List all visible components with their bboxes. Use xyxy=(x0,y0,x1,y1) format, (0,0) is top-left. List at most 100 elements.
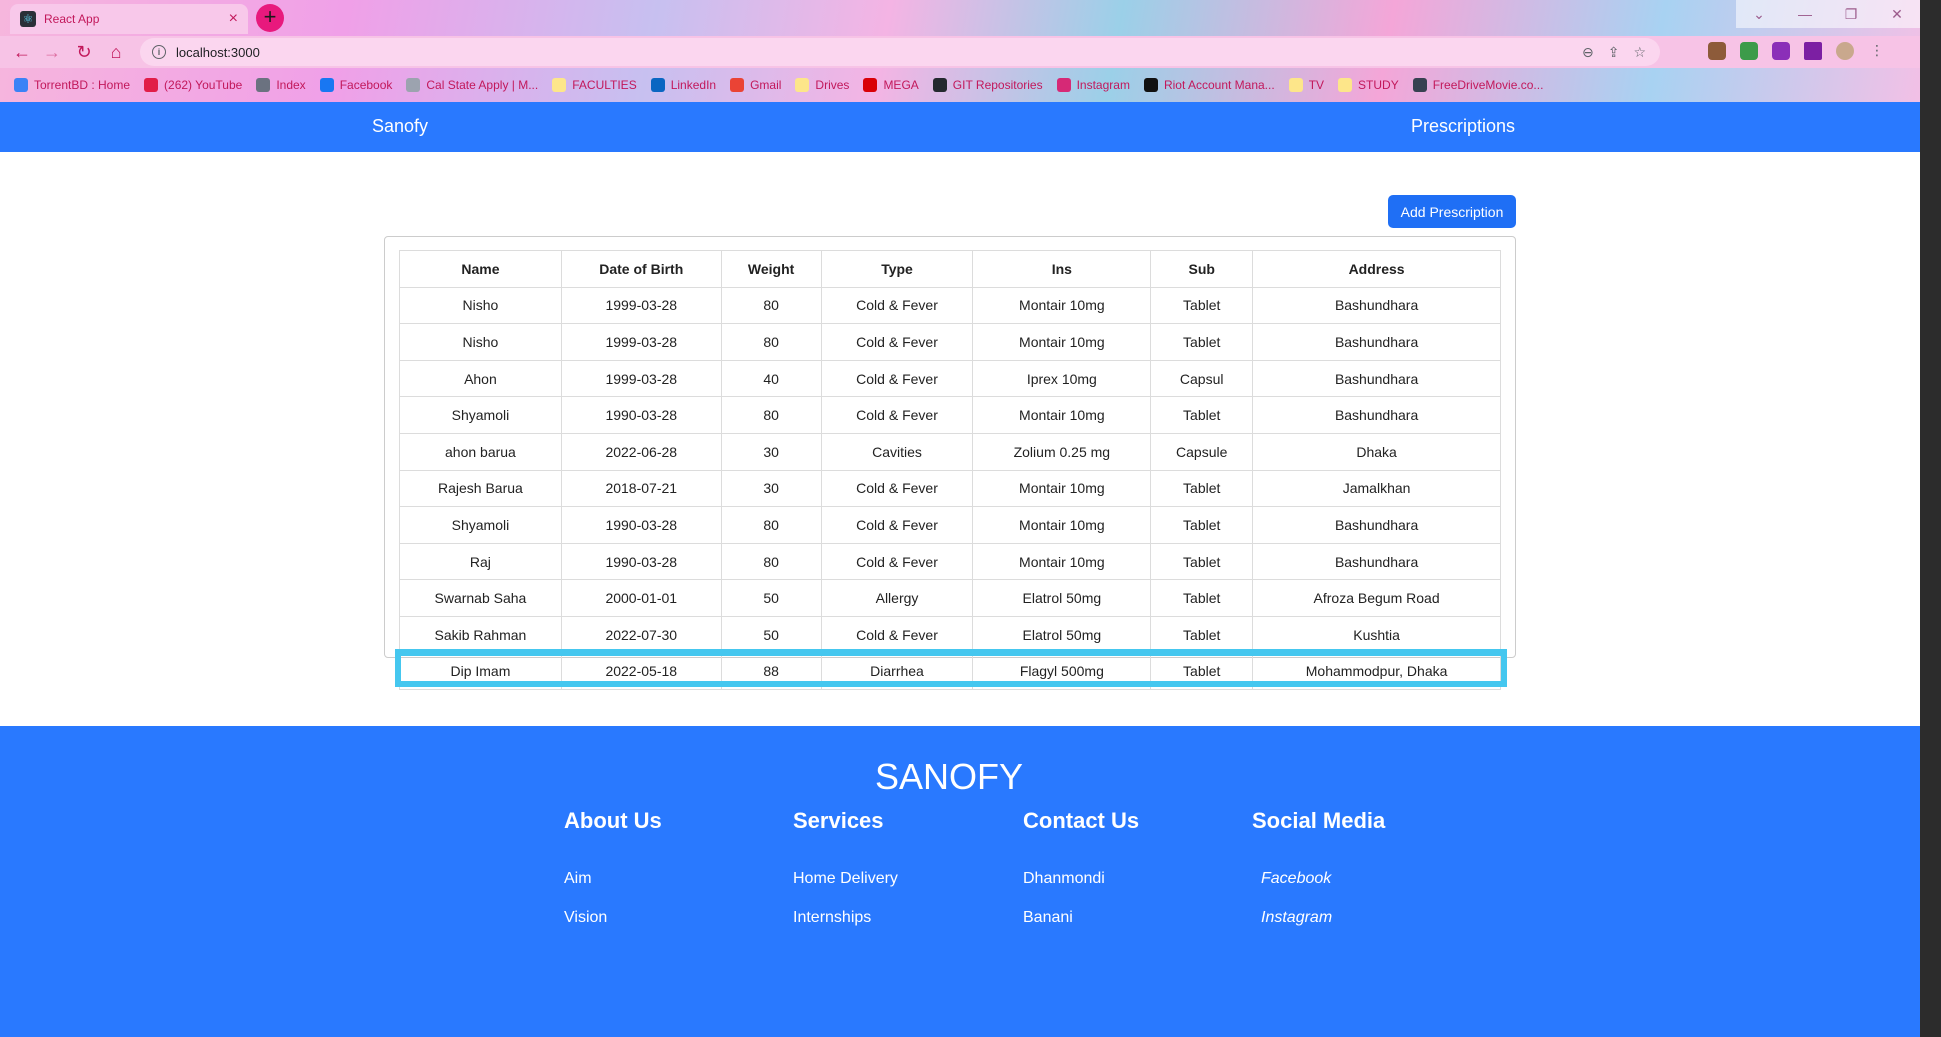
bookmark-item[interactable]: Gmail xyxy=(730,78,781,92)
close-tab-icon[interactable]: × xyxy=(229,10,238,28)
menu-kebab-icon[interactable]: ⋮ xyxy=(1868,42,1886,60)
table-cell: Jamalkhan xyxy=(1252,469,1501,508)
bookmark-item[interactable]: (262) YouTube xyxy=(144,78,242,92)
close-window-button[interactable]: ✕ xyxy=(1874,0,1920,28)
minimize-button[interactable]: — xyxy=(1782,0,1828,28)
table-cell: 2022-07-30 xyxy=(560,615,722,654)
footer: SANOFY About Us Aim Vision Services Home Del… xyxy=(0,726,1920,1037)
table-row: Nisho 1999-03-28 80 Cold & Fever Montair 10m… xyxy=(399,286,1501,325)
table-cell: Iprex 10mg xyxy=(972,359,1152,398)
table-cell: Cold & Fever xyxy=(820,506,974,544)
table-cell: 1999-03-28 xyxy=(560,323,722,361)
table-row: Ahon 1999-03-28 40 Cold & Fever Iprex 10mg Ca… xyxy=(399,359,1501,398)
brand-link[interactable]: Sanofy xyxy=(372,116,428,137)
bookmark-star-icon[interactable]: ☆ xyxy=(1633,44,1646,61)
cookie-extension-icon[interactable] xyxy=(1708,42,1726,60)
table-cell: Cold & Fever xyxy=(820,286,974,325)
table-cell: 1999-03-28 xyxy=(560,359,722,398)
bookmark-item[interactable]: Instagram xyxy=(1056,78,1130,92)
bookmark-item[interactable]: Riot Account Mana... xyxy=(1143,78,1275,92)
side-panel-icon[interactable] xyxy=(1804,42,1822,60)
footer-link[interactable]: Home Delivery xyxy=(793,870,1013,888)
site-info-icon[interactable]: i xyxy=(152,45,166,59)
browser-toolbar: ← → ↻ ⌂ i localhost:3000 ⊖ ⇪ ☆ ⋮ xyxy=(0,36,1920,68)
react-favicon-icon: ⚛ xyxy=(20,11,36,27)
bookmark-item[interactable]: GIT Repositories xyxy=(932,78,1043,92)
footer-link[interactable]: Facebook xyxy=(1252,870,1472,888)
footer-heading: About Us xyxy=(564,808,662,833)
table-cell: 80 xyxy=(720,506,822,544)
nav-prescriptions-link[interactable]: Prescriptions xyxy=(1411,116,1515,137)
address-bar[interactable]: i localhost:3000 ⊖ ⇪ ☆ xyxy=(140,38,1660,66)
table-cell: Cavities xyxy=(820,432,974,471)
bookmark-item[interactable]: Facebook xyxy=(319,78,392,92)
footer-link[interactable]: Vision xyxy=(564,909,784,927)
share-icon[interactable]: ⇪ xyxy=(1608,44,1620,61)
bookmark-item[interactable]: MEGA xyxy=(863,78,919,92)
table-cell: Montair 10mg xyxy=(972,323,1152,361)
table-row: Swarnab Saha 2000-01-01 50 Allergy Elatrol 5… xyxy=(399,579,1501,617)
table-cell: 50 xyxy=(720,579,822,617)
table-cell: Swarnab Saha xyxy=(399,579,562,617)
footer-heading: Contact Us xyxy=(1023,808,1140,833)
bookmark-favicon-icon xyxy=(552,78,567,92)
bookmark-item[interactable]: STUDY xyxy=(1338,78,1399,92)
profile-avatar[interactable] xyxy=(1836,42,1854,60)
table-cell: Tablet xyxy=(1150,615,1254,654)
reload-icon[interactable]: ↻ xyxy=(72,40,96,64)
column-header: Ins xyxy=(972,250,1152,288)
bookmark-item[interactable]: TV xyxy=(1288,78,1324,92)
bookmark-item[interactable]: LinkedIn xyxy=(650,78,716,92)
bookmark-item[interactable]: TorrentBD : Home xyxy=(14,78,130,92)
footer-link[interactable]: Instagram xyxy=(1252,909,1472,927)
scrollbar[interactable] xyxy=(1920,0,1941,1037)
new-tab-button[interactable]: + xyxy=(256,4,284,32)
bookmark-label: STUDY xyxy=(1358,78,1399,92)
row-highlight-outline xyxy=(395,649,1507,687)
bookmark-item[interactable]: Drives xyxy=(795,78,849,92)
tab-search-icon[interactable]: ⌄ xyxy=(1736,0,1782,28)
table-cell: Bashundhara xyxy=(1252,359,1501,398)
column-header: Sub xyxy=(1150,250,1254,288)
footer-link[interactable]: Banani xyxy=(1023,909,1243,927)
bookmark-item[interactable]: Index xyxy=(256,78,306,92)
browser-tab[interactable]: ⚛ React App × xyxy=(10,4,248,34)
table-cell: 30 xyxy=(720,469,822,508)
table-cell: Shyamoli xyxy=(399,506,562,544)
table-cell: 40 xyxy=(720,359,822,398)
footer-heading: Social Media xyxy=(1252,808,1386,833)
bookmark-favicon-icon xyxy=(795,78,810,92)
table-cell: 2018-07-21 xyxy=(560,469,722,508)
puzzle-extensions-icon[interactable] xyxy=(1772,42,1790,60)
bookmark-favicon-icon xyxy=(1143,78,1158,92)
table-cell: Bashundhara xyxy=(1252,506,1501,544)
forward-icon[interactable]: → xyxy=(40,40,64,64)
table-cell: Dhaka xyxy=(1252,432,1501,471)
table-cell: Montair 10mg xyxy=(972,286,1152,325)
bookmark-favicon-icon xyxy=(1412,78,1427,92)
bookmark-favicon-icon xyxy=(1056,78,1071,92)
table-cell: Tablet xyxy=(1150,579,1254,617)
table-body: Nisho 1999-03-28 80 Cold & Fever Montair 10m… xyxy=(399,286,1501,691)
bookmark-item[interactable]: FACULTIES xyxy=(552,78,637,92)
footer-link[interactable]: Internships xyxy=(793,909,1013,927)
restore-button[interactable]: ❐ xyxy=(1828,0,1874,28)
bookmark-item[interactable]: FreeDriveMovie.co... xyxy=(1412,78,1543,92)
table-cell: Capsule xyxy=(1150,432,1254,471)
table-cell: Bashundhara xyxy=(1252,323,1501,361)
table-cell: Elatrol 50mg xyxy=(972,579,1152,617)
table-cell: Cold & Fever xyxy=(820,469,974,508)
home-icon[interactable]: ⌂ xyxy=(104,40,128,64)
bookmark-item[interactable]: Cal State Apply | M... xyxy=(406,78,538,92)
bookmark-favicon-icon xyxy=(1288,78,1303,92)
footer-column: Social Media Facebook Instagram xyxy=(1252,808,1472,948)
footer-link[interactable]: Aim xyxy=(564,870,784,888)
zoom-icon[interactable]: ⊖ xyxy=(1582,44,1594,61)
add-prescription-button[interactable]: Add Prescription xyxy=(1388,195,1516,228)
globe-extension-icon[interactable] xyxy=(1740,42,1758,60)
table-row: Sakib Rahman 2022-07-30 50 Cold & Fever Elat… xyxy=(399,615,1501,654)
footer-link[interactable]: Dhanmondi xyxy=(1023,870,1243,888)
bookmark-favicon-icon xyxy=(650,78,665,92)
back-icon[interactable]: ← xyxy=(10,40,34,64)
bookmark-favicon-icon xyxy=(256,78,271,92)
